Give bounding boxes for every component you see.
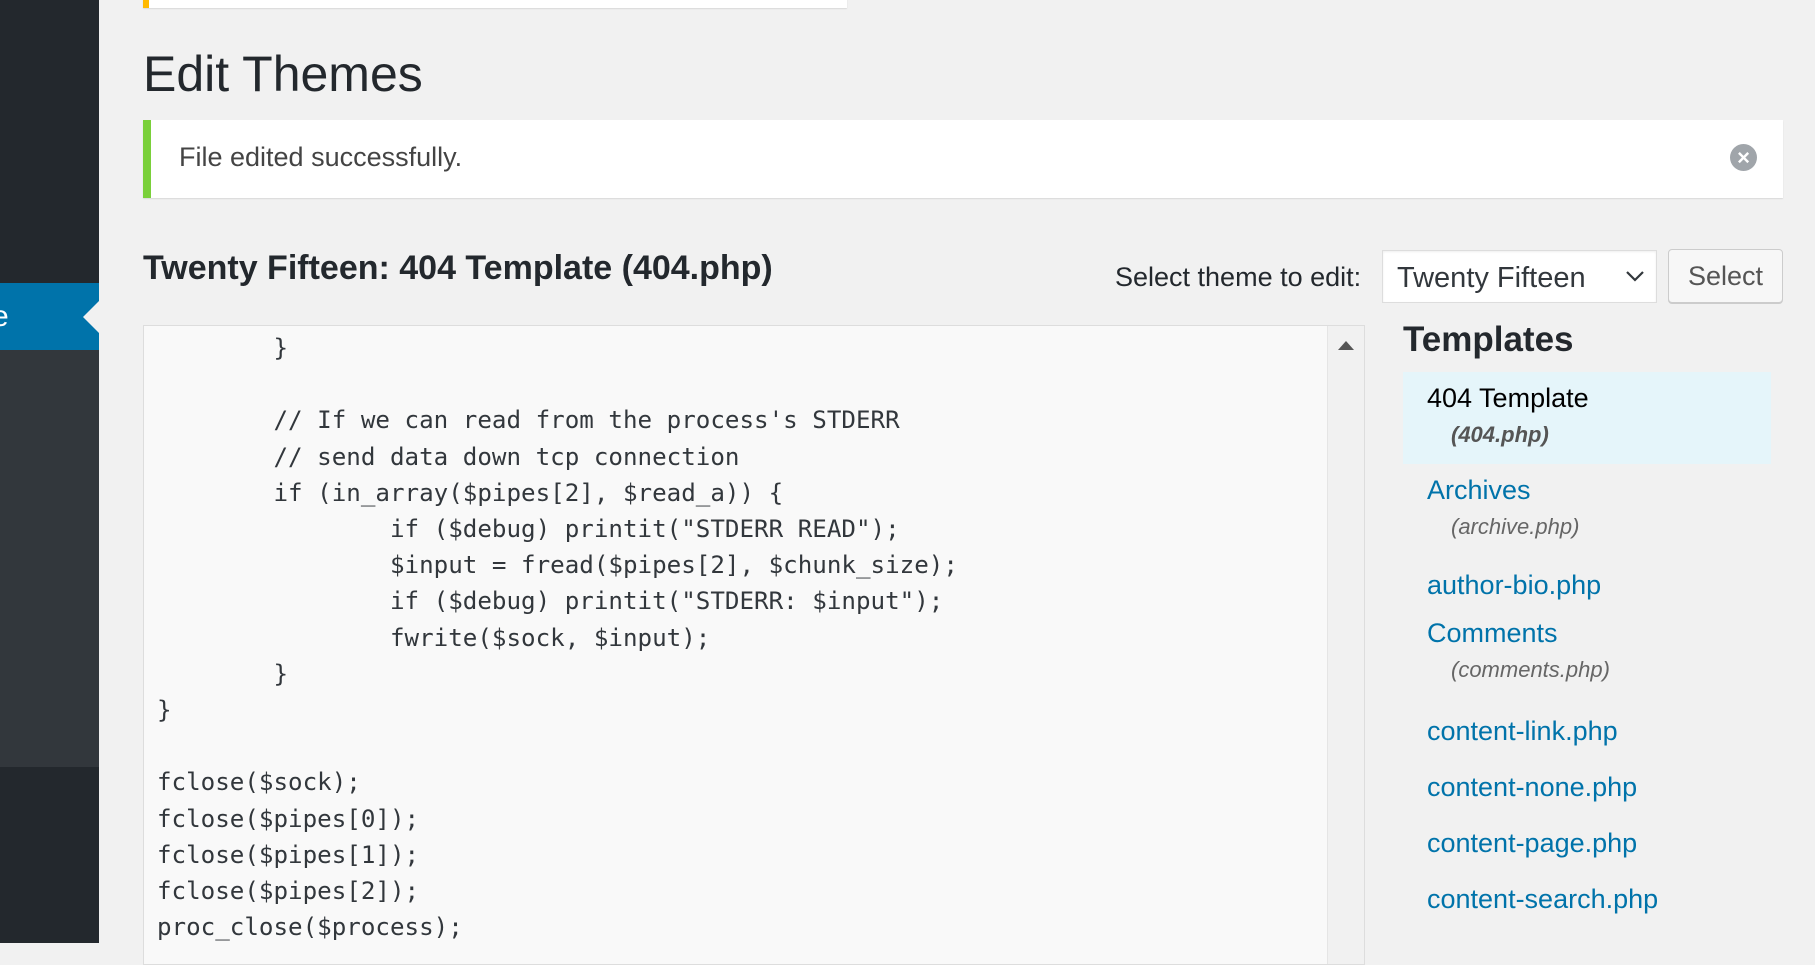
sidebar-submenu — [0, 350, 99, 767]
page-title: Edit Themes — [143, 46, 423, 102]
template-label: content-link.php — [1427, 716, 1618, 746]
previous-notice — [143, 0, 847, 8]
template-item-comments[interactable]: Comments (comments.php) — [1403, 611, 1771, 703]
editor-scrollbar[interactable] — [1327, 326, 1364, 964]
template-item-content-link[interactable]: content-link.php — [1403, 703, 1771, 759]
code-textarea[interactable]: } // If we can read from the process's S… — [157, 330, 958, 945]
template-filename: (comments.php) — [1451, 657, 1610, 682]
chevron-down-icon — [1624, 261, 1646, 299]
template-item-archives[interactable]: Archives (archive.php) — [1403, 460, 1771, 559]
template-label: author-bio.php — [1427, 570, 1602, 600]
code-editor[interactable]: } // If we can read from the process's S… — [143, 325, 1365, 965]
theme-select-label: Select theme to edit: — [1115, 262, 1362, 292]
template-label: Comments — [1427, 618, 1558, 648]
sidebar-current-label: e — [0, 300, 9, 333]
template-item-content-none[interactable]: content-none.php — [1403, 759, 1771, 815]
templates-heading: Templates — [1403, 320, 1574, 359]
sidebar-current-arrow — [83, 301, 99, 333]
template-item-author-bio[interactable]: author-bio.php — [1403, 559, 1771, 611]
notice-text: File edited successfully. — [179, 142, 463, 172]
template-item-content-page[interactable]: content-page.php — [1403, 815, 1771, 871]
dismiss-icon[interactable]: × — [1730, 144, 1757, 171]
template-filename: (404.php) — [1451, 422, 1549, 447]
template-filename: (archive.php) — [1451, 514, 1580, 539]
template-label: 404 Template — [1427, 383, 1589, 413]
select-theme-button[interactable]: Select — [1668, 249, 1783, 303]
success-notice: File edited successfully. × — [143, 120, 1783, 198]
template-label: Archives — [1427, 475, 1531, 505]
theme-select-value: Twenty Fifteen — [1397, 262, 1586, 294]
file-title: Twenty Fifteen: 404 Template (404.php) — [143, 249, 773, 287]
template-label: content-search.php — [1427, 884, 1659, 914]
scroll-up-arrow-icon[interactable] — [1338, 341, 1354, 350]
template-item-404[interactable]: 404 Template (404.php) — [1403, 372, 1771, 464]
template-label: content-page.php — [1427, 828, 1638, 858]
template-list: 404 Template (404.php) Archives (archive… — [1403, 372, 1771, 927]
template-label: content-none.php — [1427, 772, 1638, 802]
template-item-content-search[interactable]: content-search.php — [1403, 871, 1771, 927]
admin-sidebar: e — [0, 0, 99, 943]
theme-select-dropdown[interactable]: Twenty Fifteen — [1382, 250, 1657, 303]
